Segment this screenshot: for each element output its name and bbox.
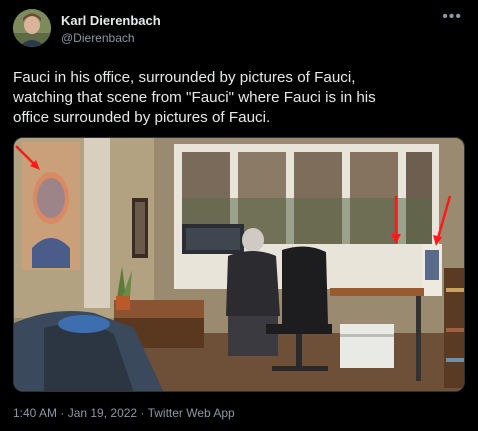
- tweet-timestamp[interactable]: 1:40 AM: [13, 406, 57, 420]
- tweet-text-line: office surrounded by pictures of Fauci.: [13, 109, 271, 126]
- author-display-name[interactable]: Karl Dierenbach: [61, 13, 161, 28]
- author-avatar[interactable]: [13, 9, 51, 47]
- office-photo-image: [14, 138, 464, 391]
- tweet-text-line: Fauci in his office, surrounded by pictu…: [13, 69, 356, 86]
- author-handle[interactable]: @Dierenbach: [61, 31, 161, 45]
- tweet-meta: 1:40 AM · Jan 19, 2022 · Twitter Web App: [13, 406, 235, 420]
- person-avatar-icon: [13, 9, 51, 47]
- tweet-text-line: watching that scene from "Fauci" where F…: [13, 89, 376, 106]
- tweet-photo[interactable]: [13, 137, 465, 392]
- meta-separator: ·: [137, 406, 148, 420]
- tweet-text: Fauci in his office, surrounded by pictu…: [13, 68, 473, 128]
- author-names: Karl Dierenbach @Dierenbach: [61, 13, 161, 45]
- tweet-date[interactable]: Jan 19, 2022: [68, 406, 137, 420]
- right-wall-picture: [422, 244, 442, 296]
- more-options-icon[interactable]: •••: [442, 9, 462, 25]
- tweet-header: Karl Dierenbach @Dierenbach •••: [0, 0, 478, 60]
- meta-separator: ·: [57, 406, 68, 420]
- tweet-source[interactable]: Twitter Web App: [148, 406, 235, 420]
